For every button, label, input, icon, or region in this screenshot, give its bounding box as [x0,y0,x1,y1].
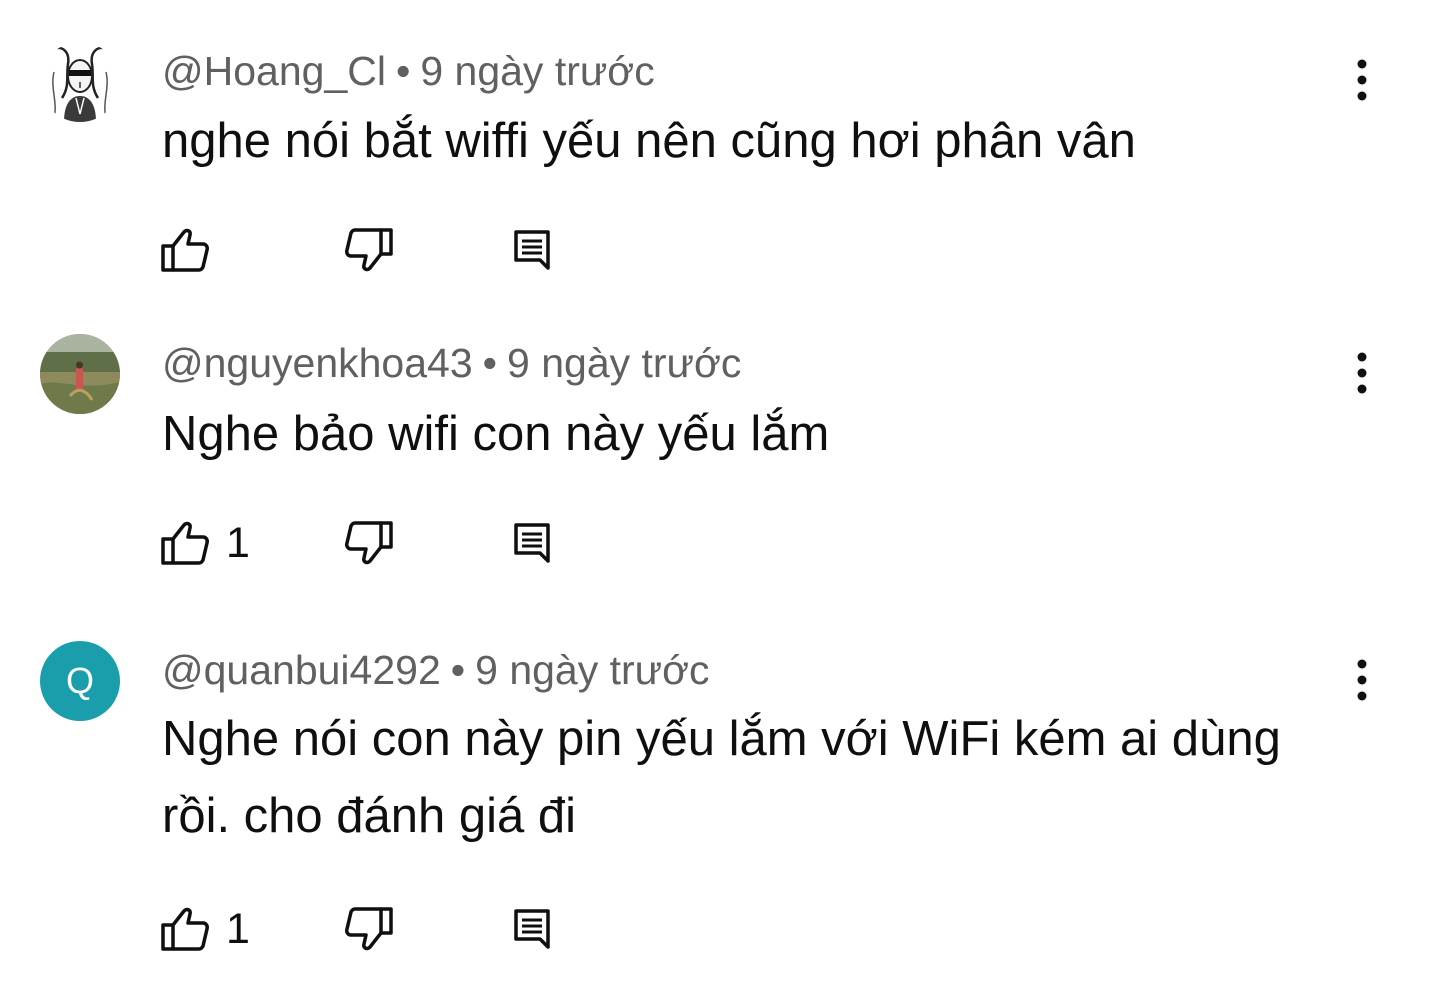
avatar[interactable] [40,334,120,414]
thumbs-up-icon [161,521,209,565]
comment-actions: 1 [160,901,580,957]
reply-comment-icon [514,230,550,270]
dislike-button[interactable] [344,222,394,278]
like-button[interactable] [160,222,226,278]
thumbs-down-icon [345,228,393,272]
like-button[interactable]: 1 [160,901,250,957]
comment-meta: @quanbui4292 • 9 ngày trước [162,650,710,691]
comment-actions [160,222,580,278]
reply-button[interactable] [512,222,552,278]
comment-author[interactable]: @nguyenkhoa43 [162,340,473,386]
comment-meta: @nguyenkhoa43 • 9 ngày trước [162,343,741,384]
comment-author[interactable]: @Hoang_Cl [162,48,386,94]
comment-text: Nghe bảo wifi con này yếu lắm [162,407,830,461]
more-vertical-icon [1357,352,1367,394]
comment-item: @Hoang_Cl • 9 ngày trước nghe nói bắt wiff… [0,0,1440,300]
dislike-button[interactable] [344,515,394,571]
more-options-button[interactable] [1340,343,1384,403]
comment-time: 9 ngày trước [475,647,710,693]
thumbs-up-icon [161,228,209,272]
sketch-portrait-icon [40,42,120,122]
more-options-button[interactable] [1340,650,1384,710]
thumbs-up-icon [161,907,209,951]
meta-separator: • [450,647,466,693]
meta-separator: • [395,48,411,94]
comment-actions: 1 [160,515,580,571]
avatar[interactable]: Q [40,641,120,721]
avatar[interactable] [40,42,120,122]
reply-button[interactable] [512,515,552,571]
comment-text: nghe nói bắt wiffi yếu nên cũng hơi phân… [162,114,1136,168]
comment-time: 9 ngày trước [507,340,742,386]
like-button[interactable]: 1 [160,515,250,571]
thumbs-down-icon [345,521,393,565]
meta-separator: • [482,340,498,386]
comment-item: Q @quanbui4292 • 9 ngày trước Nghe nói con… [0,610,1440,1000]
more-vertical-icon [1357,659,1367,701]
reply-comment-icon [514,523,550,563]
dislike-button[interactable] [344,901,394,957]
more-vertical-icon [1357,59,1367,101]
reply-button[interactable] [512,901,552,957]
comment-author[interactable]: @quanbui4292 [162,647,441,693]
more-options-button[interactable] [1340,50,1384,110]
like-count: 1 [226,518,250,567]
thumbs-down-icon [345,907,393,951]
comment-text: Nghe nói con này pin yếu lắm với WiFi ké… [162,712,1281,843]
like-count: 1 [226,904,250,953]
comment-meta: @Hoang_Cl • 9 ngày trước [162,51,655,92]
comment-item: @nguyenkhoa43 • 9 ngày trước Nghe bảo wifi… [0,300,1440,610]
reply-comment-icon [514,909,550,949]
comment-time: 9 ngày trước [420,48,655,94]
field-photo-icon [40,334,120,414]
